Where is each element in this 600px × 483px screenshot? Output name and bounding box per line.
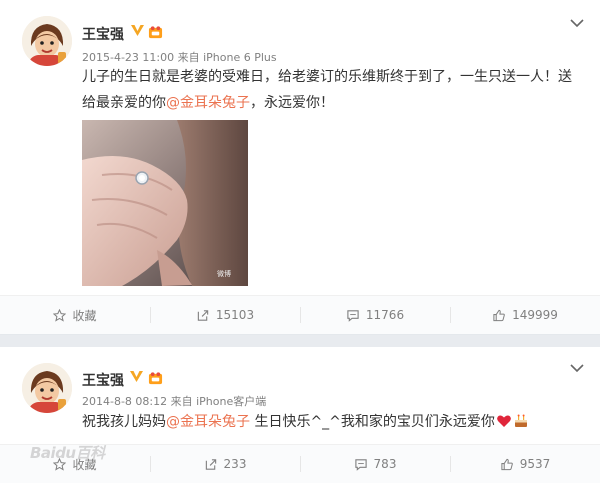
post-text-body: 祝我孩儿妈妈 xyxy=(82,414,166,430)
avatar[interactable] xyxy=(22,363,72,413)
chevron-down-icon[interactable] xyxy=(570,18,584,28)
verified-v-icon xyxy=(131,25,144,36)
chevron-down-icon[interactable] xyxy=(570,363,584,373)
like-button[interactable]: 149999 xyxy=(450,296,600,334)
post-photo[interactable]: 微博 xyxy=(82,120,248,286)
member-badge-icon[interactable] xyxy=(148,25,163,40)
member-badge-icon[interactable] xyxy=(148,371,163,386)
star-icon xyxy=(53,308,67,322)
avatar-cartoon-icon xyxy=(22,363,72,413)
like-count: 149999 xyxy=(512,308,558,322)
repost-count: 15103 xyxy=(215,308,255,322)
post-meta: 2014-8-8 08:12 来自 iPhone客户端 xyxy=(82,395,267,408)
favorite-button[interactable]: 收藏 xyxy=(0,296,150,334)
repost-icon xyxy=(197,309,209,321)
photo-caption: 微博 xyxy=(217,269,231,278)
heart-emoji-icon xyxy=(497,415,511,427)
post-meta: 2015-4-23 11:00 来自 iPhone 6 Plus xyxy=(82,51,277,64)
post-text: 儿子的生日就是老婆的受难日，给老婆订的乐维斯终于到了，一生只送一人！送给最亲爱的… xyxy=(82,64,582,116)
mention-link[interactable]: @金耳朵兔子 xyxy=(166,414,250,430)
post-text-tail: ，永远爱你！ xyxy=(250,95,334,111)
avatar[interactable] xyxy=(22,16,72,66)
like-count: 9537 xyxy=(519,457,551,471)
thumbs-up-icon xyxy=(493,309,505,321)
username[interactable]: 王宝强 xyxy=(82,370,124,390)
username[interactable]: 王宝强 xyxy=(82,24,124,44)
comment-icon xyxy=(347,309,359,322)
post-text-tail: 生日快乐^_^我和家的宝贝们永远爱你 xyxy=(250,414,495,430)
thumbs-up-icon xyxy=(501,458,513,470)
repost-button[interactable]: 233 xyxy=(150,445,300,483)
comment-button[interactable]: 783 xyxy=(300,445,450,483)
post-text: 祝我孩儿妈妈@金耳朵兔子 生日快乐^_^我和家的宝贝们永远爱你 xyxy=(82,409,582,435)
cake-emoji-icon xyxy=(514,414,527,427)
repost-icon xyxy=(205,458,216,470)
holding-hands-ring-photo: 微博 xyxy=(82,120,248,286)
repost-count: 233 xyxy=(223,457,247,471)
comment-button[interactable]: 11766 xyxy=(300,296,450,334)
mention-link[interactable]: @金耳朵兔子 xyxy=(166,95,250,111)
comment-count: 11766 xyxy=(365,308,405,322)
weibo-post-1: 王宝强 2015-4-23 11:00 来自 iPhone 6 Plus 儿子的… xyxy=(0,0,600,334)
favorite-label: 收藏 xyxy=(72,308,97,323)
comment-icon xyxy=(354,458,367,471)
comment-count: 783 xyxy=(373,457,397,471)
action-bar: 收藏 15103 11766 149999 xyxy=(0,295,600,334)
like-button[interactable]: 9537 xyxy=(450,445,600,483)
avatar-cartoon-icon xyxy=(22,16,72,66)
baidu-watermark: Baidu百科 xyxy=(30,444,105,462)
verified-v-icon xyxy=(130,371,143,382)
repost-button[interactable]: 15103 xyxy=(150,296,300,334)
